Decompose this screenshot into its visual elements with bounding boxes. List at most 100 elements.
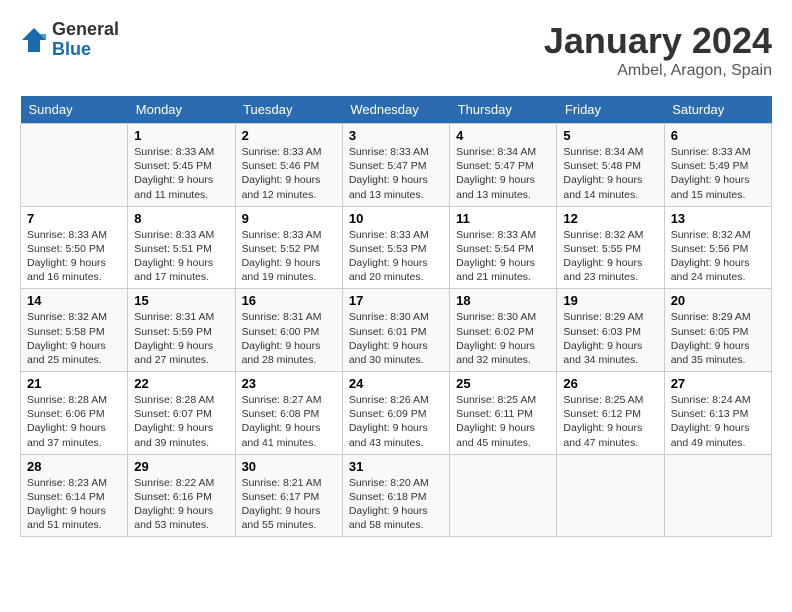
- day-cell: 23Sunrise: 8:27 AMSunset: 6:08 PMDayligh…: [235, 372, 342, 455]
- day-info: Sunrise: 8:28 AMSunset: 6:06 PMDaylight:…: [27, 393, 121, 450]
- day-cell: 15Sunrise: 8:31 AMSunset: 5:59 PMDayligh…: [128, 289, 235, 372]
- day-number: 8: [134, 211, 228, 226]
- day-number: 2: [242, 128, 336, 143]
- day-cell: 18Sunrise: 8:30 AMSunset: 6:02 PMDayligh…: [450, 289, 557, 372]
- day-number: 27: [671, 376, 765, 391]
- day-info: Sunrise: 8:33 AMSunset: 5:53 PMDaylight:…: [349, 228, 443, 285]
- day-cell: 14 Sunrise: 8:32 AMSunset: 5:58 PMDayligh…: [21, 289, 128, 372]
- day-info: Sunrise: 8:30 AMSunset: 6:01 PMDaylight:…: [349, 310, 443, 367]
- day-number: 28: [27, 459, 121, 474]
- day-cell: 10 Sunrise: 8:33 AMSunset: 5:53 PMDayligh…: [342, 206, 449, 289]
- day-number: 31: [349, 459, 443, 474]
- logo-icon: [20, 26, 48, 54]
- header-monday: Monday: [128, 96, 235, 124]
- day-number: 3: [349, 128, 443, 143]
- day-info: Sunrise: 8:24 AMSunset: 6:13 PMDaylight:…: [671, 393, 765, 450]
- calendar-table: SundayMondayTuesdayWednesdayThursdayFrid…: [20, 96, 772, 537]
- week-row-3: 14 Sunrise: 8:32 AMSunset: 5:58 PMDayligh…: [21, 289, 772, 372]
- logo-general: General: [52, 20, 119, 40]
- day-number: 1: [134, 128, 228, 143]
- day-info: Sunrise: 8:32 AMSunset: 5:55 PMDaylight:…: [563, 228, 657, 285]
- day-cell: 21 Sunrise: 8:28 AMSunset: 6:06 PMDayligh…: [21, 372, 128, 455]
- logo-blue: Blue: [52, 40, 119, 60]
- day-info: Sunrise: 8:28 AMSunset: 6:07 PMDaylight:…: [134, 393, 228, 450]
- day-cell: 9 Sunrise: 8:33 AMSunset: 5:52 PMDaylight…: [235, 206, 342, 289]
- day-info: Sunrise: 8:25 AMSunset: 6:12 PMDaylight:…: [563, 393, 657, 450]
- day-cell: 24 Sunrise: 8:26 AMSunset: 6:09 PMDayligh…: [342, 372, 449, 455]
- day-cell: 16Sunrise: 8:31 AMSunset: 6:00 PMDayligh…: [235, 289, 342, 372]
- day-number: 10: [349, 211, 443, 226]
- day-info: Sunrise: 8:33 AMSunset: 5:49 PMDaylight:…: [671, 145, 765, 202]
- day-number: 24: [349, 376, 443, 391]
- day-cell: 31 Sunrise: 8:20 AMSunset: 6:18 PMDayligh…: [342, 454, 449, 537]
- day-cell: 29Sunrise: 8:22 AMSunset: 6:16 PMDayligh…: [128, 454, 235, 537]
- day-info: Sunrise: 8:34 AMSunset: 5:47 PMDaylight:…: [456, 145, 550, 202]
- day-cell: 1Sunrise: 8:33 AMSunset: 5:45 PMDaylight…: [128, 124, 235, 207]
- day-cell: 20Sunrise: 8:29 AMSunset: 6:05 PMDayligh…: [664, 289, 771, 372]
- day-info: Sunrise: 8:32 AMSunset: 5:56 PMDaylight:…: [671, 228, 765, 285]
- day-number: 13: [671, 211, 765, 226]
- day-number: 6: [671, 128, 765, 143]
- day-cell: [21, 124, 128, 207]
- day-info: Sunrise: 8:33 AMSunset: 5:54 PMDaylight:…: [456, 228, 550, 285]
- page-header: General Blue January 2024 Ambel, Aragon,…: [20, 20, 772, 80]
- day-info: Sunrise: 8:33 AMSunset: 5:52 PMDaylight:…: [242, 228, 336, 285]
- day-cell: 28 Sunrise: 8:23 AMSunset: 6:14 PMDayligh…: [21, 454, 128, 537]
- day-cell: 2 Sunrise: 8:33 AMSunset: 5:46 PMDaylight…: [235, 124, 342, 207]
- day-number: 4: [456, 128, 550, 143]
- day-cell: [664, 454, 771, 537]
- day-info: Sunrise: 8:31 AMSunset: 5:59 PMDaylight:…: [134, 310, 228, 367]
- day-info: Sunrise: 8:20 AMSunset: 6:18 PMDaylight:…: [349, 476, 443, 533]
- day-number: 14: [27, 293, 121, 308]
- day-cell: [557, 454, 664, 537]
- day-number: 20: [671, 293, 765, 308]
- day-info: Sunrise: 8:23 AMSunset: 6:14 PMDaylight:…: [27, 476, 121, 533]
- day-number: 5: [563, 128, 657, 143]
- header-friday: Friday: [557, 96, 664, 124]
- day-number: 9: [242, 211, 336, 226]
- day-cell: 7 Sunrise: 8:33 AMSunset: 5:50 PMDaylight…: [21, 206, 128, 289]
- day-info: Sunrise: 8:34 AMSunset: 5:48 PMDaylight:…: [563, 145, 657, 202]
- day-cell: 19 Sunrise: 8:29 AMSunset: 6:03 PMDayligh…: [557, 289, 664, 372]
- week-row-4: 21 Sunrise: 8:28 AMSunset: 6:06 PMDayligh…: [21, 372, 772, 455]
- day-cell: 12Sunrise: 8:32 AMSunset: 5:55 PMDayligh…: [557, 206, 664, 289]
- day-number: 17: [349, 293, 443, 308]
- day-number: 22: [134, 376, 228, 391]
- day-cell: 11 Sunrise: 8:33 AMSunset: 5:54 PMDayligh…: [450, 206, 557, 289]
- day-cell: 22 Sunrise: 8:28 AMSunset: 6:07 PMDayligh…: [128, 372, 235, 455]
- day-cell: 26 Sunrise: 8:25 AMSunset: 6:12 PMDayligh…: [557, 372, 664, 455]
- day-info: Sunrise: 8:31 AMSunset: 6:00 PMDaylight:…: [242, 310, 336, 367]
- title-block: January 2024 Ambel, Aragon, Spain: [544, 20, 772, 80]
- day-info: Sunrise: 8:33 AMSunset: 5:50 PMDaylight:…: [27, 228, 121, 285]
- header-saturday: Saturday: [664, 96, 771, 124]
- day-number: 7: [27, 211, 121, 226]
- day-number: 23: [242, 376, 336, 391]
- day-cell: [450, 454, 557, 537]
- header-sunday: Sunday: [21, 96, 128, 124]
- day-info: Sunrise: 8:26 AMSunset: 6:09 PMDaylight:…: [349, 393, 443, 450]
- header-row: SundayMondayTuesdayWednesdayThursdayFrid…: [21, 96, 772, 124]
- header-tuesday: Tuesday: [235, 96, 342, 124]
- day-info: Sunrise: 8:33 AMSunset: 5:46 PMDaylight:…: [242, 145, 336, 202]
- month-title: January 2024: [544, 20, 772, 62]
- day-cell: 27 Sunrise: 8:24 AMSunset: 6:13 PMDayligh…: [664, 372, 771, 455]
- day-info: Sunrise: 8:32 AMSunset: 5:58 PMDaylight:…: [27, 310, 121, 367]
- logo-text: General Blue: [52, 20, 119, 60]
- header-wednesday: Wednesday: [342, 96, 449, 124]
- day-cell: 17 Sunrise: 8:30 AMSunset: 6:01 PMDayligh…: [342, 289, 449, 372]
- day-cell: 3 Sunrise: 8:33 AMSunset: 5:47 PMDaylight…: [342, 124, 449, 207]
- day-info: Sunrise: 8:29 AMSunset: 6:03 PMDaylight:…: [563, 310, 657, 367]
- week-row-1: 1Sunrise: 8:33 AMSunset: 5:45 PMDaylight…: [21, 124, 772, 207]
- day-number: 21: [27, 376, 121, 391]
- day-info: Sunrise: 8:33 AMSunset: 5:51 PMDaylight:…: [134, 228, 228, 285]
- day-cell: 4 Sunrise: 8:34 AMSunset: 5:47 PMDaylight…: [450, 124, 557, 207]
- day-info: Sunrise: 8:33 AMSunset: 5:47 PMDaylight:…: [349, 145, 443, 202]
- day-cell: 25Sunrise: 8:25 AMSunset: 6:11 PMDayligh…: [450, 372, 557, 455]
- day-number: 11: [456, 211, 550, 226]
- day-number: 19: [563, 293, 657, 308]
- day-number: 29: [134, 459, 228, 474]
- day-cell: 6 Sunrise: 8:33 AMSunset: 5:49 PMDaylight…: [664, 124, 771, 207]
- day-number: 26: [563, 376, 657, 391]
- week-row-5: 28 Sunrise: 8:23 AMSunset: 6:14 PMDayligh…: [21, 454, 772, 537]
- day-cell: 13 Sunrise: 8:32 AMSunset: 5:56 PMDayligh…: [664, 206, 771, 289]
